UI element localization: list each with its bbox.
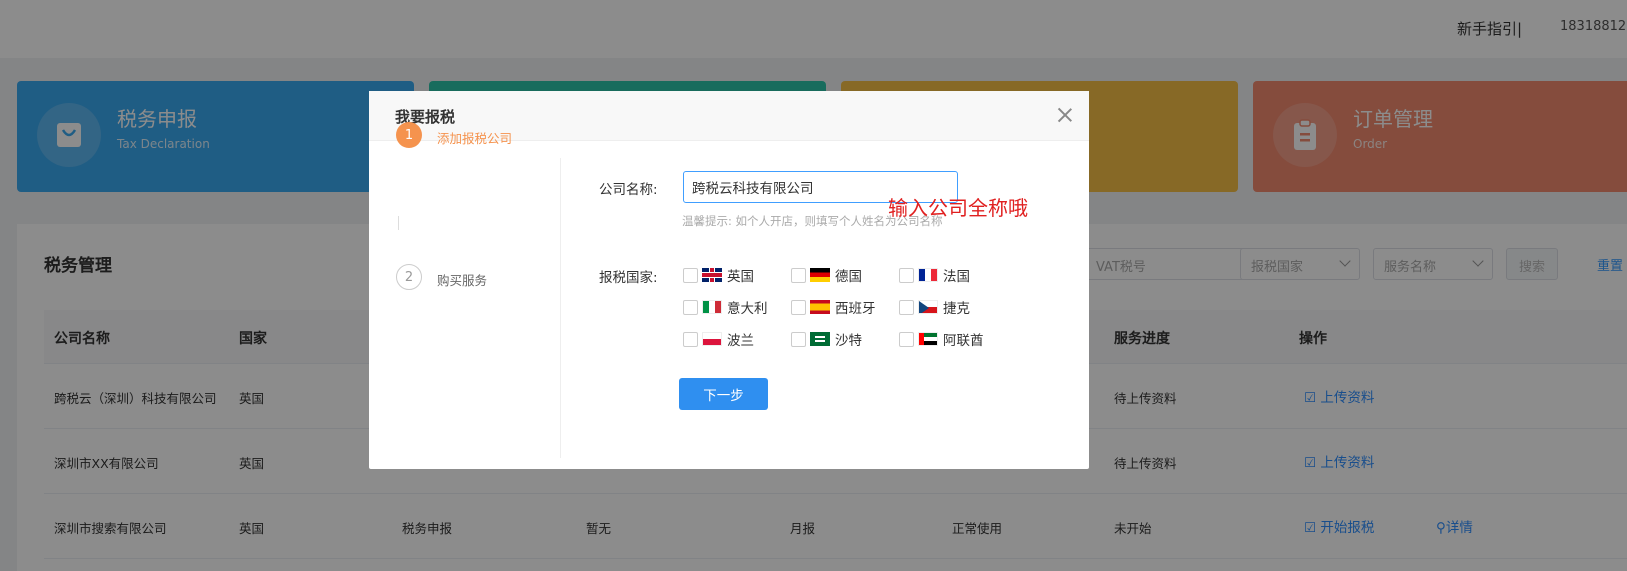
checkbox[interactable] <box>899 267 914 283</box>
checkbox[interactable] <box>791 267 806 283</box>
country-name: 波兰 <box>727 333 754 349</box>
checkbox[interactable] <box>683 331 698 347</box>
country-name: 英国 <box>727 269 754 285</box>
step-label: 添加报税公司 <box>437 131 513 146</box>
checkbox[interactable] <box>899 331 914 347</box>
italy-flag-icon <box>702 300 722 314</box>
country-name: 德国 <box>835 269 862 285</box>
checkbox[interactable] <box>899 299 914 315</box>
country-name: 西班牙 <box>835 301 876 317</box>
country-option-uk[interactable]: 英国 <box>683 265 754 285</box>
spain-flag-icon <box>810 300 830 314</box>
country-option-es[interactable]: 西班牙 <box>791 297 876 317</box>
step-connector <box>398 216 399 230</box>
country-option-ae[interactable]: 阿联酋 <box>899 329 984 349</box>
uae-flag-icon <box>918 332 938 346</box>
country-option-fr[interactable]: 法国 <box>899 265 970 285</box>
country-option-cz[interactable]: 捷克 <box>899 297 970 317</box>
checkbox[interactable] <box>791 299 806 315</box>
france-flag-icon <box>918 268 938 282</box>
step-number: 1 <box>396 122 422 148</box>
country-option-it[interactable]: 意大利 <box>683 297 768 317</box>
poland-flag-icon <box>702 332 722 346</box>
germany-flag-icon <box>810 268 830 282</box>
tax-country-label: 报税国家: <box>599 270 658 286</box>
next-step-button[interactable]: 下一步 <box>679 378 768 410</box>
checkbox[interactable] <box>683 299 698 315</box>
country-name: 沙特 <box>835 333 862 349</box>
step-label: 购买服务 <box>437 273 488 288</box>
step-add-company[interactable]: 1 添加报税公司 <box>396 122 566 150</box>
step-list <box>26 66 186 366</box>
country-option-pl[interactable]: 波兰 <box>683 329 754 349</box>
annotation-note: 输入公司全称哦 <box>888 196 1028 220</box>
country-name: 法国 <box>943 269 970 285</box>
modal-divider <box>560 158 561 458</box>
czech-flag-icon <box>918 300 938 314</box>
step-number: 2 <box>396 264 422 290</box>
country-name: 阿联酋 <box>943 333 984 349</box>
checkbox[interactable] <box>683 267 698 283</box>
step-buy-service[interactable]: 2 购买服务 <box>396 264 566 292</box>
country-name: 捷克 <box>943 301 970 317</box>
country-option-de[interactable]: 德国 <box>791 265 862 285</box>
company-name-label: 公司名称: <box>599 182 658 198</box>
country-name: 意大利 <box>727 301 768 317</box>
uk-flag-icon <box>702 268 722 282</box>
country-option-sa[interactable]: 沙特 <box>791 329 862 349</box>
close-icon[interactable] <box>1056 106 1074 124</box>
saudi-flag-icon <box>810 332 830 346</box>
checkbox[interactable] <box>791 331 806 347</box>
